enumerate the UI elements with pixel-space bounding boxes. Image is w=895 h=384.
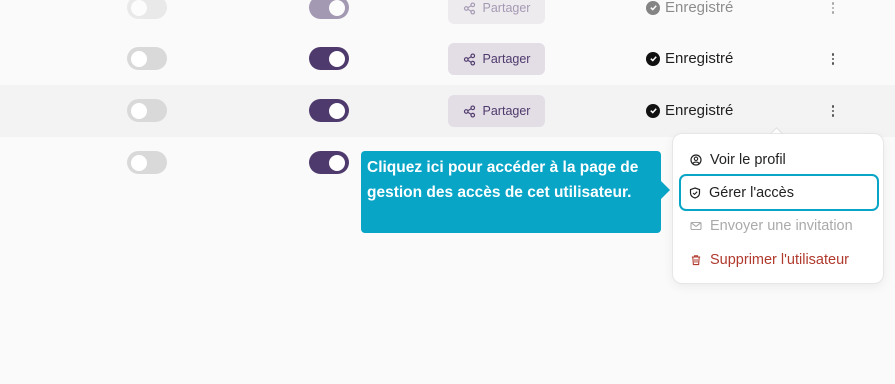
toggle-knob bbox=[329, 102, 345, 119]
menu-item-label: Gérer l'accès bbox=[709, 184, 794, 201]
tooltip-arrow bbox=[661, 181, 670, 199]
menu-item-manage-access[interactable]: Gérer l'accès bbox=[679, 174, 879, 211]
menu-item-label: Voir le profil bbox=[710, 152, 786, 168]
status-badge: Enregistré bbox=[646, 0, 733, 16]
menu-item-view-profile[interactable]: Voir le profil bbox=[679, 144, 879, 176]
share-button[interactable]: Partager bbox=[448, 43, 545, 75]
more-options-icon[interactable] bbox=[827, 102, 839, 120]
share-label: Partager bbox=[482, 1, 531, 15]
toggle-switch[interactable] bbox=[127, 99, 167, 122]
share-label: Partager bbox=[482, 104, 531, 118]
user-row: Partager Enregistré bbox=[0, 0, 895, 34]
toggle-knob bbox=[329, 50, 345, 67]
shield-icon bbox=[689, 186, 701, 199]
toggle-knob bbox=[131, 102, 147, 119]
toggle-switch[interactable] bbox=[309, 99, 349, 122]
menu-item-send-invitation[interactable]: Envoyer une invitation bbox=[679, 210, 879, 242]
toggle-switch[interactable] bbox=[309, 0, 349, 19]
check-circle-icon bbox=[646, 51, 660, 66]
toggle-knob bbox=[131, 0, 147, 16]
menu-item-delete-user[interactable]: Supprimer l'utilisateur bbox=[679, 244, 879, 276]
share-icon bbox=[463, 104, 475, 118]
user-row: Partager Enregistré bbox=[0, 85, 895, 137]
user-circle-icon bbox=[690, 154, 702, 166]
mail-icon bbox=[690, 221, 702, 231]
toggle-knob bbox=[131, 154, 147, 171]
share-icon bbox=[463, 52, 475, 66]
toggle-switch[interactable] bbox=[127, 151, 167, 174]
tooltip-text: Cliquez ici pour accéder à la page de ge… bbox=[367, 159, 639, 201]
user-row: Partager Enregistré bbox=[0, 33, 895, 85]
share-icon bbox=[463, 1, 475, 15]
status-text: Enregistré bbox=[665, 0, 734, 16]
user-context-menu: Voir le profil Gérer l'accès Envoyer une… bbox=[672, 133, 884, 284]
menu-item-label: Supprimer l'utilisateur bbox=[710, 252, 849, 268]
toggle-knob bbox=[329, 154, 345, 171]
more-options-icon[interactable] bbox=[827, 0, 839, 17]
check-circle-icon bbox=[646, 0, 660, 15]
trash-icon bbox=[691, 255, 701, 266]
status-text: Enregistré bbox=[665, 102, 734, 119]
toggle-knob bbox=[329, 0, 345, 16]
share-label: Partager bbox=[482, 52, 531, 66]
status-badge: Enregistré bbox=[646, 50, 733, 67]
share-button[interactable]: Partager bbox=[448, 95, 545, 127]
more-options-icon[interactable] bbox=[827, 50, 839, 68]
status-badge: Enregistré bbox=[646, 102, 733, 119]
toggle-switch[interactable] bbox=[127, 0, 167, 19]
status-text: Enregistré bbox=[665, 50, 734, 67]
toggle-switch[interactable] bbox=[127, 47, 167, 70]
toggle-switch[interactable] bbox=[309, 47, 349, 70]
check-circle-icon bbox=[646, 103, 660, 118]
guide-tooltip: Cliquez ici pour accéder à la page de ge… bbox=[361, 151, 661, 233]
toggle-knob bbox=[131, 50, 147, 67]
share-button[interactable]: Partager bbox=[448, 0, 545, 24]
toggle-switch[interactable] bbox=[309, 151, 349, 174]
menu-item-label: Envoyer une invitation bbox=[710, 218, 853, 234]
